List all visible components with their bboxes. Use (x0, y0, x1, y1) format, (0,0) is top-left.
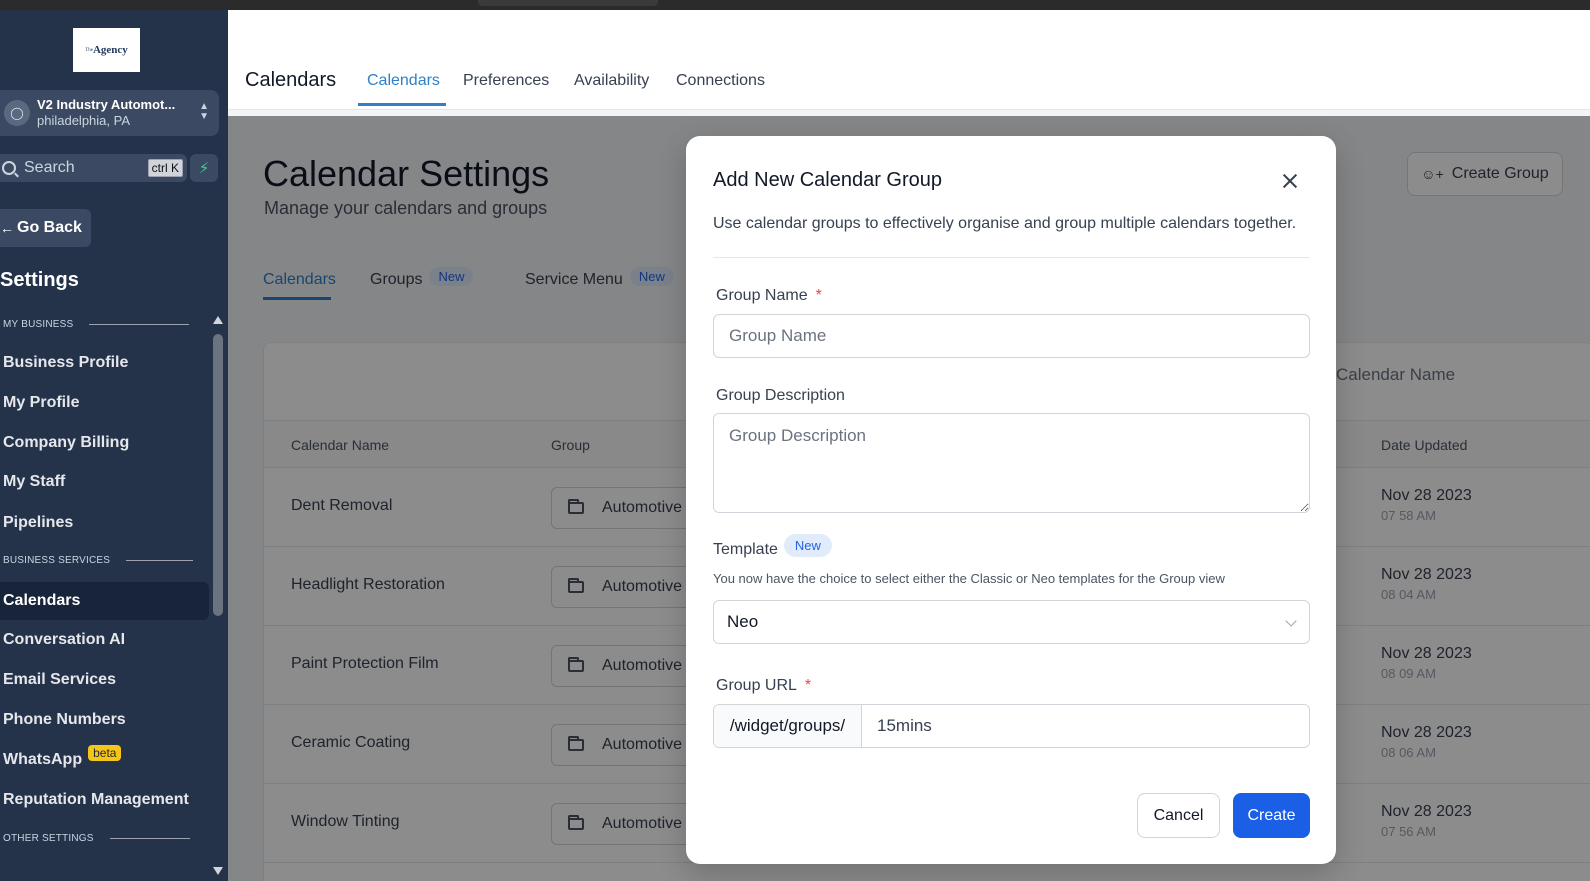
sidebar-item-label: My Profile (3, 394, 80, 411)
group-description-input[interactable] (713, 413, 1310, 513)
agency-logo[interactable]: The Agency (73, 28, 140, 72)
active-tab-indicator (358, 103, 446, 106)
go-back-button[interactable]: ← Go Back (0, 209, 91, 247)
tab-preferences[interactable]: Preferences (463, 72, 549, 90)
sidebar-item-calendars[interactable]: Calendars (0, 582, 209, 620)
group-url-prefix: /widget/groups/ (714, 705, 862, 747)
cancel-button[interactable]: Cancel (1137, 793, 1220, 838)
label-text: Template (713, 541, 778, 558)
sidebar-item-whatsapp[interactable]: WhatsApp beta (0, 741, 209, 779)
group-description-label: Group Description (716, 387, 845, 404)
sidebar-item-label: WhatsApp (3, 751, 83, 768)
sidebar-item-pipelines[interactable]: Pipelines (0, 504, 209, 542)
sidebar-item-business-profile[interactable]: Business Profile (0, 344, 209, 382)
search-placeholder: Search (24, 159, 75, 176)
logo-text: Agency (92, 44, 128, 56)
sidebar-item-label: Business Profile (3, 354, 129, 371)
section-my-business: MY BUSINESS (3, 319, 190, 330)
beta-badge: beta (88, 745, 122, 761)
tab-calendars[interactable]: Calendars (367, 72, 440, 90)
template-selected-value: Neo (727, 612, 759, 631)
topbar-title: Calendars (245, 69, 337, 91)
group-url-input[interactable] (862, 705, 1309, 747)
tab-connections[interactable]: Connections (676, 72, 765, 90)
sidebar-item-reputation-management[interactable]: Reputation Management (0, 781, 209, 819)
modal-title: Add New Calendar Group (713, 169, 943, 191)
sidebar-item-label: My Staff (3, 473, 66, 490)
modal-divider (713, 257, 1310, 258)
sidebar-item-email-services[interactable]: Email Services (0, 661, 209, 699)
close-icon[interactable] (1279, 170, 1301, 192)
section-divider (89, 324, 190, 325)
sidebar-item-label: Calendars (3, 592, 81, 609)
section-business-services: BUSINESS SERVICES (3, 555, 194, 566)
sidebar-item-conversation-ai[interactable]: Conversation AI (0, 621, 209, 659)
add-calendar-group-modal: Add New Calendar Group Use calendar grou… (686, 136, 1336, 864)
logo-super: The (85, 47, 93, 53)
section-divider (109, 838, 190, 839)
settings-title: Settings (0, 269, 79, 291)
location-city: philadelphia, PA (37, 113, 130, 128)
sidebar-item-label: Email Services (3, 671, 116, 688)
section-other-settings: OTHER SETTINGS (3, 833, 190, 844)
section-label: MY BUSINESS (3, 319, 74, 330)
template-label: Template New (713, 533, 832, 559)
go-back-label: Go Back (17, 219, 82, 236)
sidebar-item-phone-numbers[interactable]: Phone Numbers (0, 701, 209, 739)
sidebar-search[interactable]: Search ctrl K (0, 154, 187, 182)
quick-action-bolt-icon[interactable]: ⚡ (190, 154, 218, 182)
label-text: Group Name (716, 287, 808, 304)
search-shortcut: ctrl K (147, 159, 183, 177)
sidebar-item-company-billing[interactable]: Company Billing (0, 424, 209, 462)
group-name-input[interactable] (713, 314, 1310, 358)
tab-availability[interactable]: Availability (574, 72, 649, 90)
location-name: V2 Industry Automot... (37, 97, 176, 112)
required-marker: * (815, 287, 822, 304)
sidebar-scrollbar[interactable] (209, 310, 228, 881)
section-label: BUSINESS SERVICES (3, 555, 111, 566)
sidebar-item-label: Reputation Management (3, 791, 189, 808)
scroll-down-icon[interactable] (213, 867, 223, 875)
section-divider (126, 560, 194, 561)
group-url-field: /widget/groups/ (713, 704, 1310, 748)
new-badge: New (783, 533, 832, 557)
sidebar-item-label: Company Billing (3, 434, 130, 451)
modal-description: Use calendar groups to effectively organ… (713, 215, 1297, 232)
browser-tab-hint (478, 0, 658, 6)
sidebar-item-label: Phone Numbers (3, 711, 126, 728)
section-label: OTHER SETTINGS (3, 833, 94, 844)
sidebar-item-my-staff[interactable]: My Staff (0, 463, 209, 501)
location-icon: ◯ (4, 100, 30, 126)
arrow-left-icon: ← (0, 220, 14, 236)
template-help-text: You now have the choice to select either… (713, 571, 1225, 586)
group-name-label: Group Name * (716, 287, 822, 305)
sidebar-item-label: Pipelines (3, 514, 74, 531)
sidebar-item-my-profile[interactable]: My Profile (0, 384, 209, 422)
template-select[interactable]: Neo (713, 600, 1310, 644)
sidebar: The Agency ◯ V2 Industry Automot... phila… (0, 10, 228, 881)
chevron-down-icon (1285, 615, 1297, 627)
top-navbar: Calendars Calendars Preferences Availabi… (228, 10, 1590, 110)
label-text: Group URL (716, 677, 797, 694)
required-marker: * (804, 677, 812, 694)
group-url-label: Group URL * (716, 677, 811, 695)
scroll-thumb[interactable] (213, 334, 223, 616)
chevron-updown-icon: ▲ ▼ (199, 101, 209, 122)
browser-top-strip (0, 0, 1590, 10)
sidebar-item-label: Conversation AI (3, 631, 126, 648)
search-icon (2, 161, 16, 175)
create-button[interactable]: Create (1233, 793, 1310, 838)
scroll-up-icon[interactable] (213, 316, 223, 324)
location-switcher[interactable]: ◯ V2 Industry Automot... philadelphia, P… (0, 90, 219, 136)
